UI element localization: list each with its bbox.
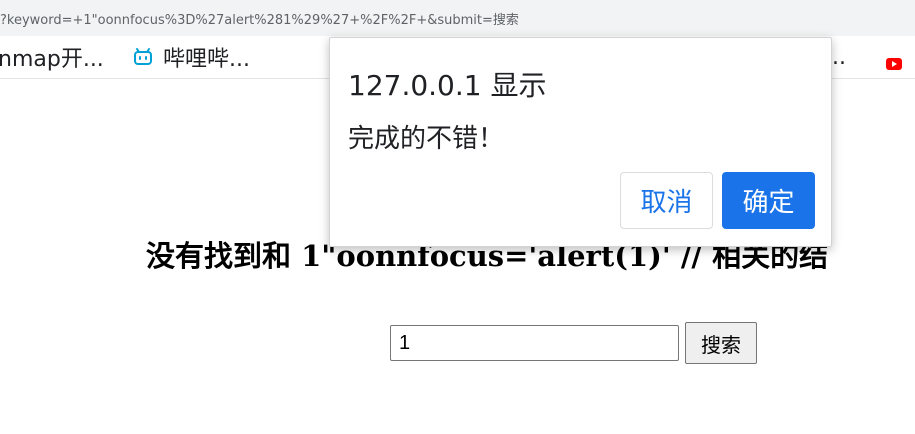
dialog-title: 127.0.0.1 显示 [348, 69, 547, 102]
search-input[interactable] [390, 325, 679, 361]
youtube-icon [886, 51, 902, 70]
browser-window: ?keyword=+1"oonnfocus%3D%27alert%281%29%… [0, 0, 915, 434]
dialog-message: 完成的不错！ [348, 124, 505, 154]
alert-dialog: 127.0.0.1 显示 完成的不错！ 取消 确定 [329, 37, 832, 247]
bilibili-icon [133, 47, 153, 67]
bookmark-youtube[interactable] [886, 42, 902, 72]
bookmark-label: nmap开... [0, 47, 104, 72]
bookmark-truncated[interactable]: .. [832, 42, 846, 72]
ok-button[interactable]: 确定 [722, 172, 815, 229]
cancel-button[interactable]: 取消 [620, 172, 713, 229]
url-text[interactable]: ?keyword=+1"oonnfocus%3D%27alert%281%29%… [0, 9, 519, 28]
bookmark-nmap[interactable]: nmap开... [0, 42, 104, 72]
bookmark-label: .. [832, 44, 846, 70]
address-bar[interactable]: ?keyword=+1"oonnfocus%3D%27alert%281%29%… [0, 0, 915, 36]
bookmark-bilibili[interactable]: 哔哩哔... [133, 42, 250, 72]
search-button[interactable]: 搜索 [685, 322, 757, 364]
dialog-buttons: 取消 确定 [620, 172, 815, 229]
search-form: 搜索 [390, 322, 757, 364]
bookmark-label: 哔哩哔... [163, 47, 250, 72]
